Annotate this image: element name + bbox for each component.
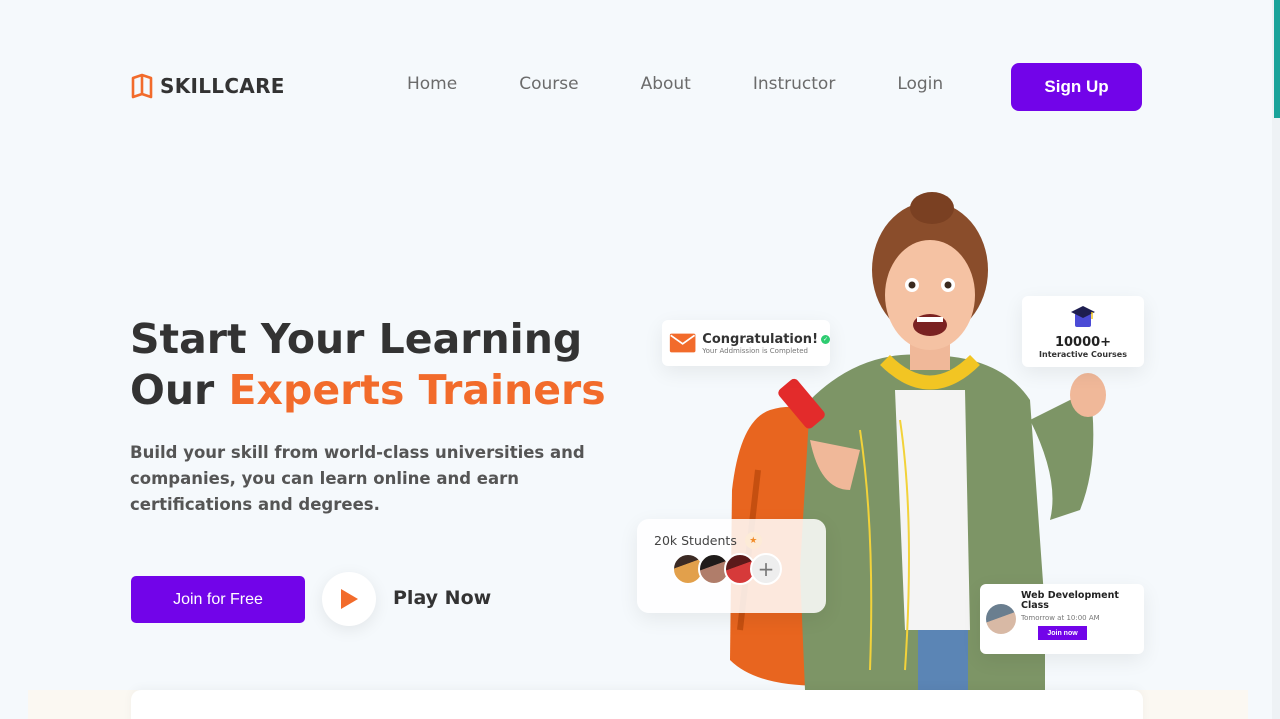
join-for-free-button[interactable]: Join for Free bbox=[131, 576, 305, 623]
check-icon: ✓ bbox=[821, 334, 830, 344]
logo[interactable]: SKILLCARE bbox=[130, 72, 285, 100]
join-now-button[interactable]: Join now bbox=[1038, 626, 1087, 640]
students-count: 20k Students bbox=[654, 533, 737, 548]
nav-home[interactable]: Home bbox=[407, 74, 457, 94]
play-icon bbox=[341, 589, 358, 609]
features-panel bbox=[131, 690, 1143, 719]
book-logo-icon bbox=[131, 73, 153, 99]
brand-name: SKILLCARE bbox=[160, 74, 285, 98]
congrats-subtitle: Your Addmission is Completed bbox=[702, 346, 808, 355]
mail-icon bbox=[669, 333, 696, 353]
add-student-button[interactable]: + bbox=[750, 553, 782, 585]
webdev-time: Tomorrow at 10:00 AM bbox=[1021, 614, 1100, 622]
play-button[interactable] bbox=[322, 572, 376, 626]
hero-title-accent: Experts Trainers bbox=[228, 366, 606, 414]
main-nav: Home Course About Instructor Login bbox=[407, 74, 943, 94]
instructor-avatar bbox=[986, 604, 1016, 634]
play-now-label[interactable]: Play Now bbox=[393, 587, 491, 609]
hero-description: Build your skill from world-class univer… bbox=[130, 443, 585, 514]
courses-count: 10000+ bbox=[1054, 335, 1112, 350]
scrollbar[interactable] bbox=[1272, 0, 1280, 719]
congrats-title: Congratulation! ✓ bbox=[702, 332, 830, 347]
nav-course[interactable]: Course bbox=[519, 74, 578, 94]
hero-title-line2-prefix: Our bbox=[130, 366, 229, 414]
congratulation-card: Congratulation! ✓ Your Addmission is Com… bbox=[662, 320, 830, 366]
nav-login[interactable]: Login bbox=[897, 74, 943, 94]
nav-instructor[interactable]: Instructor bbox=[753, 74, 835, 94]
badge-icon: ★ bbox=[744, 532, 762, 549]
web-development-card: Web Development Class Tomorrow at 10:00 … bbox=[980, 584, 1144, 654]
hero-title: Start Your Learning Our Experts Trainers bbox=[130, 314, 606, 416]
scrollbar-thumb[interactable] bbox=[1274, 0, 1280, 118]
graduation-cap-icon bbox=[1071, 306, 1095, 327]
sign-up-button[interactable]: Sign Up bbox=[1011, 63, 1142, 111]
hero-title-line1: Start Your Learning bbox=[130, 315, 583, 363]
webdev-title: Web Development Class bbox=[1021, 590, 1119, 611]
courses-card: 10000+ Interactive Courses bbox=[1022, 296, 1144, 367]
congrats-title-text: Congratulation! bbox=[702, 331, 818, 347]
courses-label: Interactive Courses bbox=[1039, 350, 1127, 359]
student-avatars: + bbox=[672, 553, 826, 585]
students-label: 20k Students ★ bbox=[654, 532, 826, 549]
students-card: 20k Students ★ + bbox=[637, 519, 826, 613]
nav-about[interactable]: About bbox=[641, 74, 691, 94]
